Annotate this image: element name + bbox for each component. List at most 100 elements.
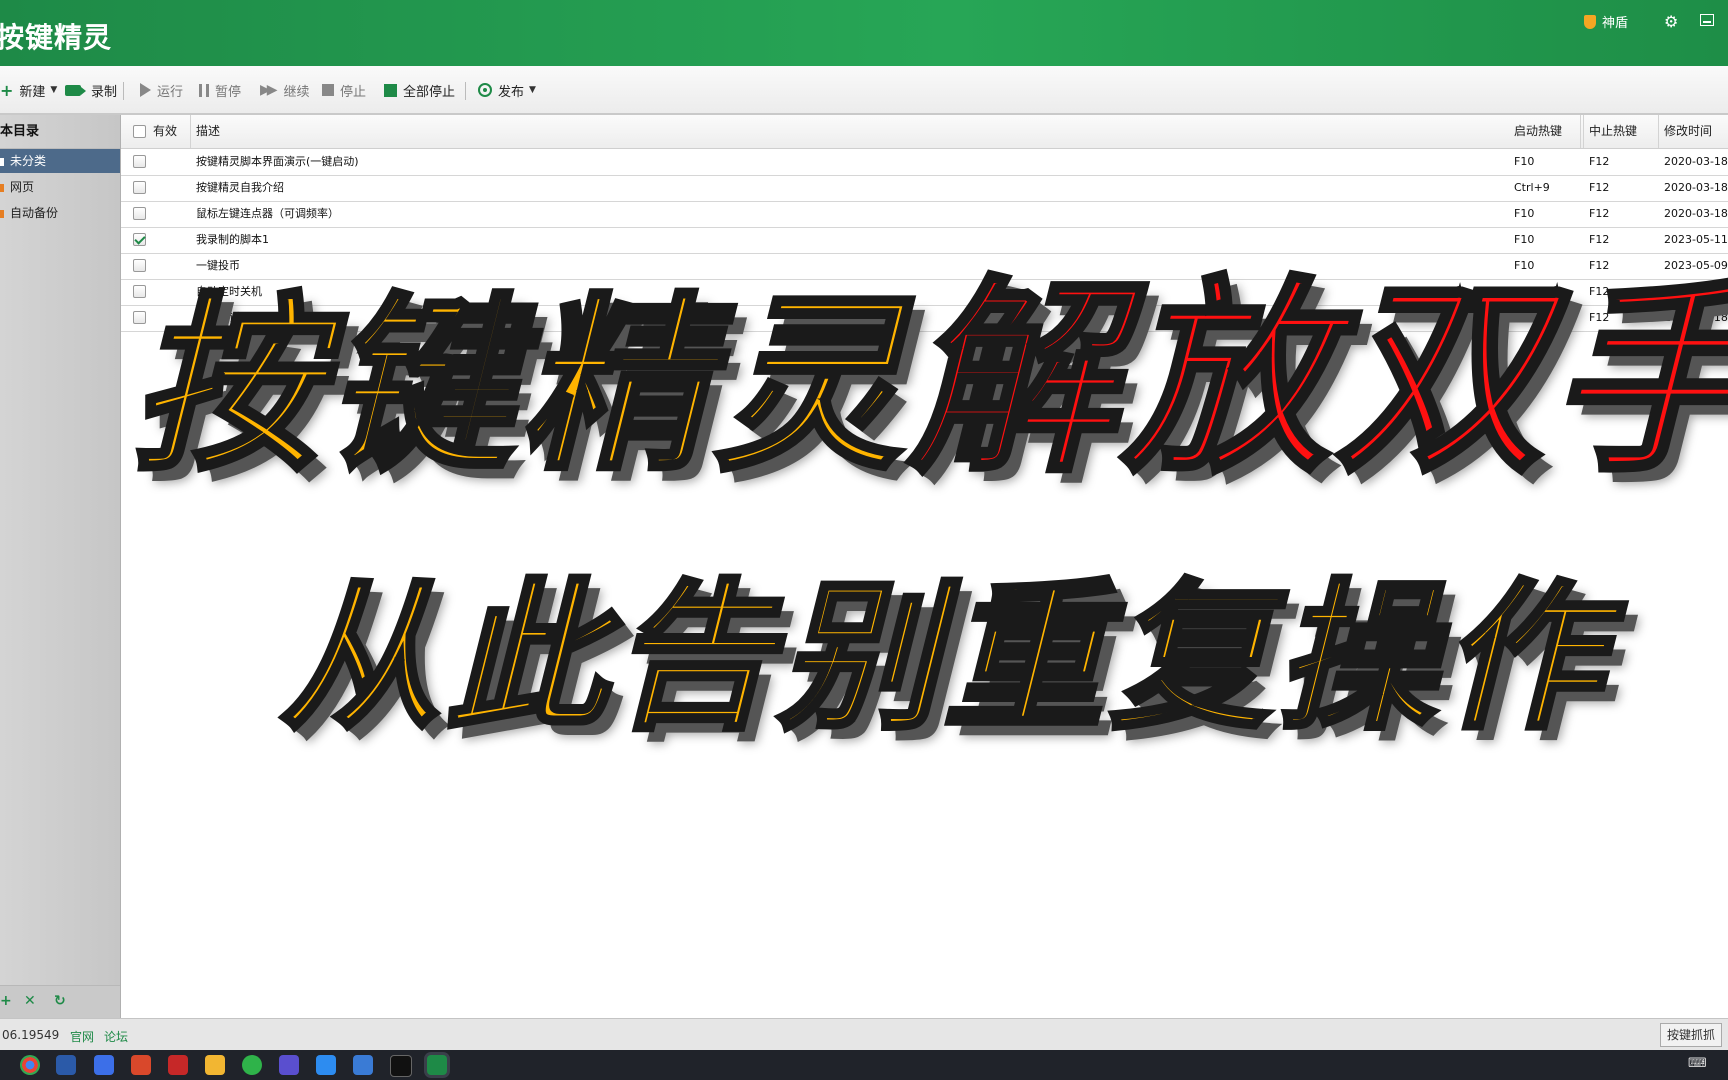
wechat-icon[interactable] — [242, 1055, 262, 1075]
stop-button[interactable]: 停止 — [322, 80, 366, 100]
publish-icon — [478, 83, 492, 97]
table-row[interactable]: 按键精灵自我介绍 Ctrl+9 F12 2020-03-18 — [121, 175, 1728, 202]
settings-button[interactable]: ⚙ — [1664, 12, 1678, 31]
script-description: 我录制的脚本1 — [196, 233, 269, 246]
start-hotkey: F10 — [1514, 233, 1535, 246]
app-icon[interactable] — [390, 1055, 412, 1077]
sidebar-item-label: 未分类 — [10, 154, 47, 168]
publish-label: 发布 — [498, 84, 525, 100]
sidebar-item-label: 自动备份 — [10, 206, 59, 220]
column-label: 有效 — [153, 124, 178, 138]
column-label: 启动热键 — [1514, 124, 1563, 138]
stop-hotkey: F12 — [1589, 181, 1610, 194]
app-title: 按键精灵 — [0, 21, 113, 54]
overlay-headline: 按键精灵解放双手 — [130, 268, 1728, 500]
plus-icon: + — [0, 80, 14, 100]
new-label: 新建 — [19, 84, 46, 100]
select-all-checkbox[interactable] — [133, 125, 146, 138]
column-header-description[interactable]: 描述 — [191, 115, 1581, 148]
chevron-down-icon: ▼ — [50, 85, 58, 95]
table-row[interactable]: 我录制的脚本1 F10 F12 2023-05-11 — [121, 227, 1728, 254]
toolbar-divider — [123, 82, 124, 100]
toolbar: + 新建 ▼ 录制 运行 暂停 ▶▶ 继续 停止 全部停止 发布 ▼ — [0, 66, 1728, 115]
folder-icon — [0, 183, 4, 192]
publish-button[interactable]: 发布 ▼ — [478, 80, 536, 100]
column-header-modified[interactable]: 修改时间 — [1659, 115, 1728, 148]
pause-button[interactable]: 暂停 — [199, 80, 241, 100]
refresh-icon[interactable]: ↻ — [54, 993, 66, 1009]
new-button[interactable]: + 新建 ▼ — [0, 80, 57, 100]
sidebar-item-web[interactable]: 网页 — [0, 175, 120, 199]
toolbar-divider — [465, 82, 466, 100]
app-icon[interactable] — [279, 1055, 299, 1075]
script-description: 按键精灵自我介绍 — [196, 181, 284, 194]
modified-time: 2020-03-18 — [1664, 207, 1728, 220]
column-header-enabled[interactable]: 有效 — [121, 115, 191, 148]
table-row[interactable]: 按键精灵脚本界面演示(一键启动) F10 F12 2020-03-18 — [121, 149, 1728, 176]
column-header-start-hotkey[interactable]: 启动热键 — [1509, 115, 1584, 148]
window-menu-button[interactable] — [1700, 14, 1714, 26]
enabled-checkbox[interactable] — [133, 181, 146, 194]
resume-button[interactable]: ▶▶ 继续 — [260, 80, 310, 100]
version-text: 06.19549 — [2, 1028, 60, 1042]
app-icon[interactable] — [56, 1055, 76, 1075]
run-button[interactable]: 运行 — [140, 80, 183, 100]
enabled-checkbox[interactable] — [133, 155, 146, 168]
chevron-down-icon: ▼ — [529, 85, 536, 95]
sidebar-item-uncategorized[interactable]: 未分类 — [0, 149, 120, 173]
modified-time: 2020-03-18 — [1664, 181, 1728, 194]
stop-label: 停止 — [340, 84, 367, 100]
enabled-checkbox[interactable] — [133, 207, 146, 220]
enabled-checkbox[interactable] — [133, 233, 146, 246]
folder-icon — [0, 157, 4, 166]
play-icon — [140, 83, 151, 97]
record-button[interactable]: 录制 — [65, 80, 117, 100]
stop-icon — [322, 84, 334, 96]
sidebar-actions: + ✕ ↻ — [0, 985, 120, 1019]
shield-button[interactable]: 神盾 — [1584, 12, 1628, 31]
folder-icon[interactable] — [205, 1055, 225, 1075]
sidebar-item-label: 网页 — [10, 180, 35, 194]
start-hotkey: F10 — [1514, 155, 1535, 168]
table-row[interactable]: 鼠标左键连点器（可调频率） F10 F12 2020-03-18 — [121, 201, 1728, 228]
overlay-headline-red: 解放双手 — [906, 259, 1728, 501]
app-icon[interactable] — [316, 1055, 336, 1075]
app-icon[interactable] — [94, 1055, 114, 1075]
overlay-subheadline: 从此告别重复操作 — [278, 564, 1609, 751]
add-icon[interactable]: + — [0, 993, 12, 1009]
key-sprite-taskbar-icon[interactable] — [427, 1055, 447, 1075]
start-hotkey: Ctrl+9 — [1514, 181, 1550, 194]
run-label: 运行 — [157, 84, 184, 100]
camera-icon — [65, 84, 86, 96]
shield-label: 神盾 — [1602, 16, 1629, 31]
sidebar-item-auto-backup[interactable]: 自动备份 — [0, 201, 120, 225]
stop-hotkey: F12 — [1589, 233, 1610, 246]
delete-icon[interactable]: ✕ — [24, 993, 36, 1009]
column-header-stop-hotkey[interactable]: 中止热键 — [1584, 115, 1659, 148]
modified-time: 2020-03-18 — [1664, 155, 1728, 168]
app-icon[interactable] — [168, 1055, 188, 1075]
stop-all-icon — [384, 83, 397, 97]
title-bar: 按键精灵 神盾 ⚙ — [0, 0, 1728, 66]
record-label: 录制 — [91, 84, 118, 100]
official-site-link[interactable]: 官网 — [70, 1028, 94, 1045]
taskbar: ⌨ — [0, 1050, 1728, 1080]
key-capture-button[interactable]: 按键抓抓 — [1659, 1023, 1722, 1047]
chrome-icon[interactable] — [20, 1055, 40, 1075]
stop-all-button[interactable]: 全部停止 — [384, 80, 455, 100]
forum-link[interactable]: 论坛 — [104, 1028, 128, 1045]
resume-label: 继续 — [283, 84, 310, 100]
app-icon[interactable] — [131, 1055, 151, 1075]
overlay-headline-yellow: 按键精灵 — [130, 275, 908, 499]
table-header: 有效 描述 启动热键 中止热键 修改时间 — [121, 115, 1728, 149]
start-hotkey: F10 — [1514, 207, 1535, 220]
window-menu-icon — [1700, 14, 1714, 26]
fast-forward-icon: ▶▶ — [260, 82, 277, 98]
column-label: 修改时间 — [1664, 124, 1713, 138]
stop-hotkey: F12 — [1589, 155, 1610, 168]
modified-time: 2023-05-11 — [1664, 233, 1728, 246]
script-description: 鼠标左键连点器（可调频率） — [196, 207, 339, 220]
status-bar: 06.19549 官网 论坛 按键抓抓 — [0, 1018, 1728, 1051]
input-method-icon[interactable]: ⌨ — [1688, 1056, 1707, 1071]
app-icon[interactable] — [353, 1055, 373, 1075]
